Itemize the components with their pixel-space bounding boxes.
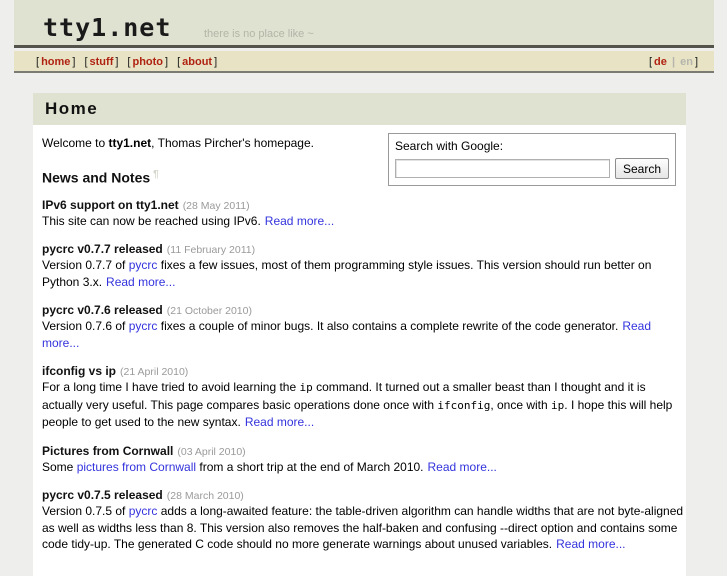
news-item-date: (28 March 2010): [166, 490, 244, 503]
google-search-box: Search with Google: Search: [388, 133, 676, 186]
page-heading-band: Home: [33, 93, 686, 125]
nav-item-photo[interactable]: [photo]: [127, 56, 168, 68]
news-text-run: For a long time I have tried to avoid le…: [42, 380, 300, 395]
news-item-header: pycrc v0.7.6 released (21 October 2010): [42, 303, 685, 317]
news-item-header: ifconfig vs ip (21 April 2010): [42, 364, 685, 378]
read-more-link[interactable]: Read more...: [245, 415, 314, 429]
inline-code: ifconfig: [437, 398, 491, 412]
news-item: Pictures from Cornwall (03 April 2010) Som…: [42, 444, 685, 476]
nav-link-about[interactable]: about: [180, 56, 214, 68]
news-inline-link[interactable]: pycrc: [129, 504, 158, 518]
inline-code: ip: [299, 381, 313, 395]
news-text-run: Version 0.7.6 of: [42, 319, 129, 334]
news-item: pycrc v0.7.6 released (21 October 2010) Ve…: [42, 303, 685, 351]
news-item-title: pycrc v0.7.7 released: [42, 242, 163, 257]
news-text-run: fixes a couple of minor bugs. It also co…: [157, 319, 619, 334]
news-item: ifconfig vs ip (21 April 2010) For a long …: [42, 364, 685, 431]
page-title: Home: [45, 99, 99, 118]
news-text-run: This site can now be reached using IPv6.: [42, 213, 261, 228]
news-text-run: Some: [42, 459, 77, 474]
news-item-title: IPv6 support on tty1.net: [42, 197, 179, 212]
news-item-header: pycrc v0.7.7 released (11 February 2011): [42, 242, 685, 256]
site-title: tty1.net: [43, 13, 172, 42]
news-item-title: pycrc v0.7.6 released: [42, 303, 163, 318]
news-list: IPv6 support on tty1.net (28 May 2011) Thi…: [42, 198, 683, 553]
news-item-header: Pictures from Cornwall (03 April 2010): [42, 444, 685, 458]
news-item-title: Pictures from Cornwall: [42, 443, 174, 458]
news-inline-link[interactable]: pycrc: [129, 258, 158, 272]
news-item-date: (28 May 2011): [182, 199, 250, 212]
bracket-close: ]: [115, 56, 119, 68]
nav-link-home[interactable]: home: [39, 56, 72, 68]
news-text-run: from a short trip at the end of March 20…: [196, 459, 424, 474]
search-label: Search with Google:: [395, 139, 504, 153]
intro-suffix: , Thomas Pircher's homepage.: [151, 136, 314, 150]
language-link-de[interactable]: de: [652, 56, 669, 68]
nav-item-home[interactable]: [home]: [36, 56, 75, 68]
news-item-title: ifconfig vs ip: [42, 364, 117, 379]
news-item-body: Version 0.7.5 of pycrc adds a long-await…: [42, 503, 685, 553]
news-item-header: IPv6 support on tty1.net (28 May 2011): [42, 198, 685, 212]
nav-item-stuff[interactable]: [stuff]: [84, 56, 118, 68]
news-item-date: (21 October 2010): [166, 305, 252, 318]
news-item-date: (21 April 2010): [120, 366, 189, 379]
inline-code: ip: [551, 398, 565, 412]
language-separator: |: [668, 56, 679, 68]
news-item-body: This site can now be reached using IPv6.…: [42, 213, 685, 230]
feed-icon: ¶: [153, 169, 159, 180]
language-current-en: en: [680, 56, 693, 68]
news-item-body: Version 0.7.7 of pycrc fixes a few issue…: [42, 257, 685, 290]
site-header: tty1.net there is no place like ~: [14, 0, 714, 48]
news-item: IPv6 support on tty1.net (28 May 2011) Thi…: [42, 198, 685, 230]
bracket-close: ]: [72, 56, 76, 68]
news-inline-link[interactable]: pycrc: [129, 319, 158, 333]
bracket-close: ]: [694, 56, 698, 68]
site-tagline: there is no place like ~: [204, 28, 314, 40]
read-more-link[interactable]: Read more...: [428, 460, 497, 474]
news-item-body: Version 0.7.6 of pycrc fixes a couple of…: [42, 318, 685, 351]
news-item-title: pycrc v0.7.5 released: [42, 488, 163, 503]
news-item: pycrc v0.7.7 released (11 February 2011) V…: [42, 242, 685, 290]
content-body: Search with Google: Search Welcome to tt…: [33, 125, 686, 576]
news-item-date: (03 April 2010): [177, 445, 246, 458]
intro-paragraph: Welcome to tty1.net, Thomas Pircher's ho…: [42, 136, 402, 151]
nav-link-stuff[interactable]: stuff: [88, 56, 116, 68]
search-row: Search: [395, 158, 669, 179]
intro-prefix: Welcome to: [42, 136, 109, 150]
read-more-link[interactable]: Read more...: [106, 275, 175, 289]
news-heading-label: News and Notes: [42, 169, 151, 186]
search-input[interactable]: [395, 159, 610, 178]
nav-items: [home] [stuff] [photo] [about]: [36, 54, 217, 68]
news-item-header: pycrc v0.7.5 released (28 March 2010): [42, 488, 685, 502]
read-more-link[interactable]: Read more...: [556, 537, 625, 551]
news-inline-link[interactable]: pictures from Cornwall: [77, 460, 196, 474]
search-button[interactable]: Search: [614, 158, 669, 179]
news-item-body: For a long time I have tried to avoid le…: [42, 379, 685, 431]
main-navigation: [home] [stuff] [photo] [about] [de | en]: [14, 51, 714, 73]
read-more-link[interactable]: Read more...: [265, 214, 334, 228]
news-item: pycrc v0.7.5 released (28 March 2010) Vers…: [42, 488, 685, 553]
bracket-close: ]: [165, 56, 169, 68]
news-text-run: Version 0.7.5 of: [42, 504, 129, 519]
nav-item-about[interactable]: [about]: [177, 56, 217, 68]
news-item-body: Some pictures from Cornwall from a short…: [42, 459, 685, 476]
bracket-close: ]: [214, 56, 218, 68]
language-switcher: [de | en]: [649, 54, 698, 68]
news-text-run: , once with: [490, 397, 552, 412]
intro-brand: tty1.net: [108, 136, 152, 150]
news-text-run: Version 0.7.7 of: [42, 258, 129, 273]
news-item-date: (11 February 2011): [166, 244, 256, 257]
nav-link-photo[interactable]: photo: [130, 56, 165, 68]
language-selector[interactable]: [de | en]: [649, 56, 698, 68]
content-panel: Home Search with Google: Search Welcome …: [33, 93, 686, 576]
